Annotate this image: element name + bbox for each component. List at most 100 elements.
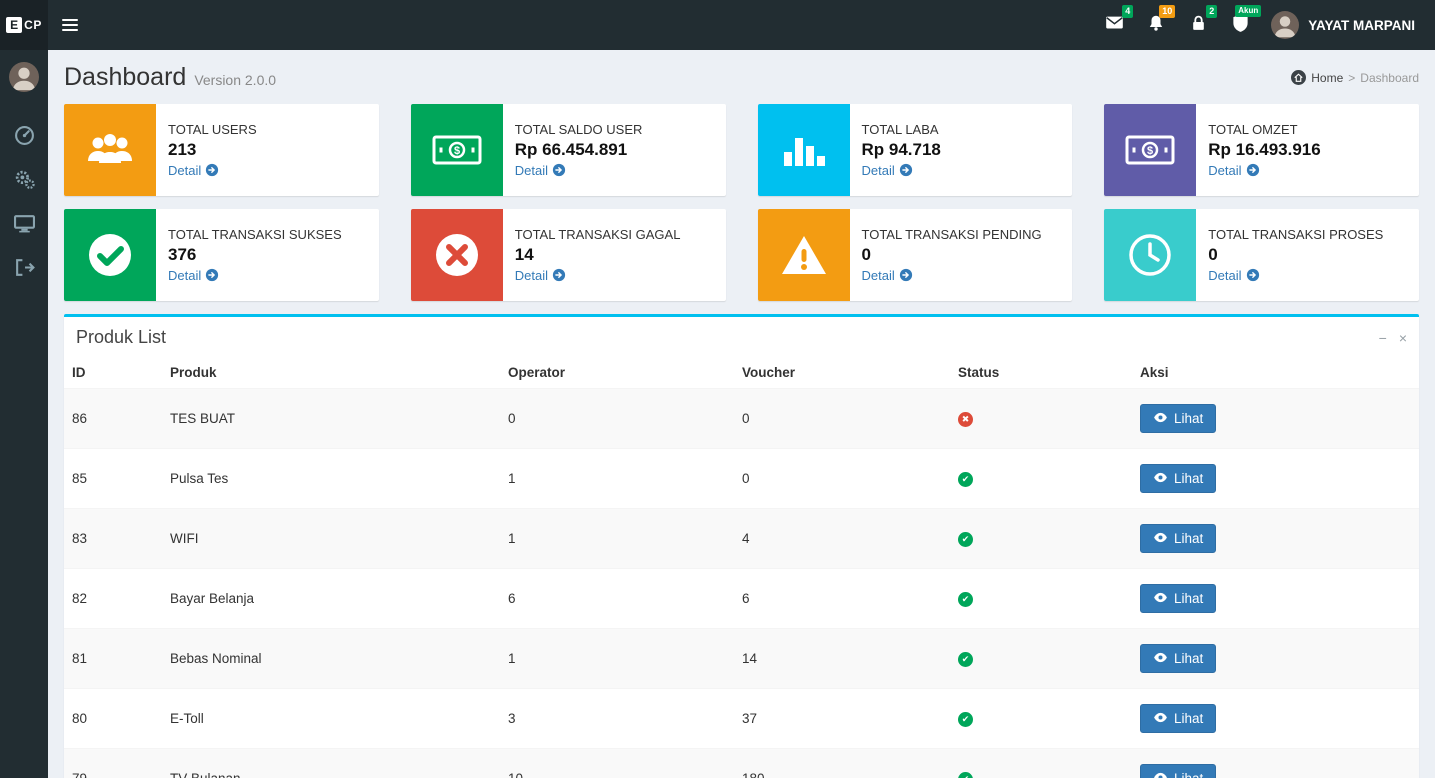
info-box-value: Rp 66.454.891: [515, 140, 643, 160]
lihat-button[interactable]: Lihat: [1140, 464, 1216, 493]
arrow-circle-icon: [552, 268, 566, 283]
detail-link[interactable]: Detail: [168, 268, 342, 283]
cell-voucher: 6: [734, 569, 950, 629]
collapse-icon[interactable]: −: [1379, 331, 1387, 345]
detail-link-label: Detail: [515, 268, 548, 283]
monitor-icon: [14, 214, 35, 238]
cell-operator: 1: [500, 449, 734, 509]
cell-produk: Bebas Nominal: [162, 629, 500, 689]
page-title: Dashboard Version 2.0.0: [64, 63, 276, 92]
money-icon: $: [1104, 104, 1196, 196]
info-box-value: 213: [168, 140, 257, 160]
lihat-button[interactable]: Lihat: [1140, 584, 1216, 613]
navbar-right: 4 10 2 Akun YAYAT MARPANI: [1093, 0, 1435, 50]
produk-table: ID Produk Operator Voucher Status Aksi 8…: [64, 357, 1419, 778]
detail-link[interactable]: Detail: [862, 163, 941, 178]
lock-menu[interactable]: 2: [1177, 0, 1219, 50]
info-box-content: TOTAL SALDO USER Rp 66.454.891 Detail: [503, 104, 655, 196]
col-header-operator: Operator: [500, 357, 734, 389]
cell-id: 82: [64, 569, 162, 629]
sign-out-icon: [14, 258, 35, 282]
home-icon: [1291, 70, 1306, 85]
dashboard-icon: [14, 125, 35, 151]
status-icon: [958, 712, 973, 727]
x-circle-icon: [411, 209, 503, 301]
detail-link[interactable]: Detail: [168, 163, 257, 178]
info-box-transaksi-proses: TOTAL TRANSAKSI PROSES 0 Detail: [1104, 209, 1419, 301]
sidebar-item-logout[interactable]: [0, 248, 48, 292]
user-avatar: [1271, 11, 1299, 39]
sidebar-toggle-button[interactable]: [48, 0, 92, 50]
detail-link[interactable]: Detail: [515, 163, 643, 178]
table-row: 81 Bebas Nominal 1 14 Lihat: [64, 629, 1419, 689]
table-row: 82 Bayar Belanja 6 6 Lihat: [64, 569, 1419, 629]
cell-id: 86: [64, 389, 162, 449]
sidebar-item-settings[interactable]: [0, 160, 48, 204]
detail-link-label: Detail: [168, 268, 201, 283]
lihat-label: Lihat: [1174, 411, 1203, 426]
eye-icon: [1153, 411, 1168, 426]
produk-list-box: Produk List − × ID Produk Operator Vouch…: [64, 314, 1419, 778]
lihat-label: Lihat: [1174, 531, 1203, 546]
info-box-transaksi-sukses: TOTAL TRANSAKSI SUKSES 376 Detail: [64, 209, 379, 301]
sidebar-user-avatar[interactable]: [9, 62, 39, 92]
cell-produk: E-Toll: [162, 689, 500, 749]
info-box-grid: TOTAL USERS 213 Detail $ TOTAL SALDO USE…: [48, 104, 1435, 301]
arrow-circle-icon: [1246, 268, 1260, 283]
detail-link[interactable]: Detail: [1208, 268, 1383, 283]
info-box-value: 0: [1208, 245, 1383, 265]
detail-link-label: Detail: [1208, 163, 1241, 178]
lihat-button[interactable]: Lihat: [1140, 704, 1216, 733]
info-box-content: TOTAL USERS 213 Detail: [156, 104, 269, 196]
eye-icon: [1153, 771, 1168, 778]
detail-link[interactable]: Detail: [862, 268, 1042, 283]
info-box-content: TOTAL TRANSAKSI PROSES 0 Detail: [1196, 209, 1395, 301]
info-box-total-users: TOTAL USERS 213 Detail: [64, 104, 379, 196]
lihat-button[interactable]: Lihat: [1140, 524, 1216, 553]
info-box-total-saldo-user: $ TOTAL SALDO USER Rp 66.454.891 Detail: [411, 104, 726, 196]
cell-id: 83: [64, 509, 162, 569]
sidebar-item-monitor[interactable]: [0, 204, 48, 248]
notifications-menu[interactable]: 10: [1135, 0, 1177, 50]
account-menu[interactable]: Akun: [1219, 0, 1261, 50]
detail-link[interactable]: Detail: [1208, 163, 1320, 178]
col-header-aksi: Aksi: [1132, 357, 1419, 389]
page-title-text: Dashboard: [64, 63, 186, 92]
info-box-label: TOTAL USERS: [168, 122, 257, 137]
info-box-label: TOTAL TRANSAKSI PENDING: [862, 227, 1042, 242]
info-box-content: TOTAL TRANSAKSI SUKSES 376 Detail: [156, 209, 354, 301]
lihat-button[interactable]: Lihat: [1140, 644, 1216, 673]
cell-operator: 6: [500, 569, 734, 629]
info-box-content: TOTAL TRANSAKSI PENDING 0 Detail: [850, 209, 1054, 301]
status-icon: [958, 412, 973, 427]
gears-icon: [14, 169, 35, 195]
col-header-status: Status: [950, 357, 1132, 389]
breadcrumb-separator: >: [1348, 71, 1355, 85]
notifications-badge: 10: [1159, 5, 1175, 18]
lihat-button[interactable]: Lihat: [1140, 764, 1216, 778]
messages-menu[interactable]: 4: [1093, 0, 1135, 50]
produk-list-title: Produk List: [76, 327, 166, 348]
breadcrumb-home-link[interactable]: Home: [1311, 71, 1343, 85]
arrow-circle-icon: [899, 163, 913, 178]
produk-list-header: Produk List − ×: [64, 317, 1419, 357]
hamburger-icon: [62, 19, 78, 21]
info-box-value: 0: [862, 245, 1042, 265]
info-box-total-omzet: $ TOTAL OMZET Rp 16.493.916 Detail: [1104, 104, 1419, 196]
svg-text:$: $: [1147, 145, 1153, 157]
user-menu[interactable]: YAYAT MARPANI: [1261, 11, 1425, 39]
info-box-value: 14: [515, 245, 681, 265]
arrow-circle-icon: [205, 163, 219, 178]
lihat-label: Lihat: [1174, 651, 1203, 666]
app-logo[interactable]: E CP: [0, 0, 48, 50]
eye-icon: [1153, 591, 1168, 606]
info-box-value: 376: [168, 245, 342, 265]
detail-link[interactable]: Detail: [515, 268, 681, 283]
close-icon[interactable]: ×: [1399, 331, 1407, 345]
info-box-content: TOTAL TRANSAKSI GAGAL 14 Detail: [503, 209, 693, 301]
logo-mark: E: [6, 17, 22, 33]
sidebar-item-dashboard[interactable]: [0, 116, 48, 160]
lihat-button[interactable]: Lihat: [1140, 404, 1216, 433]
info-box-transaksi-pending: TOTAL TRANSAKSI PENDING 0 Detail: [758, 209, 1073, 301]
hamburger-icon: [62, 24, 78, 26]
